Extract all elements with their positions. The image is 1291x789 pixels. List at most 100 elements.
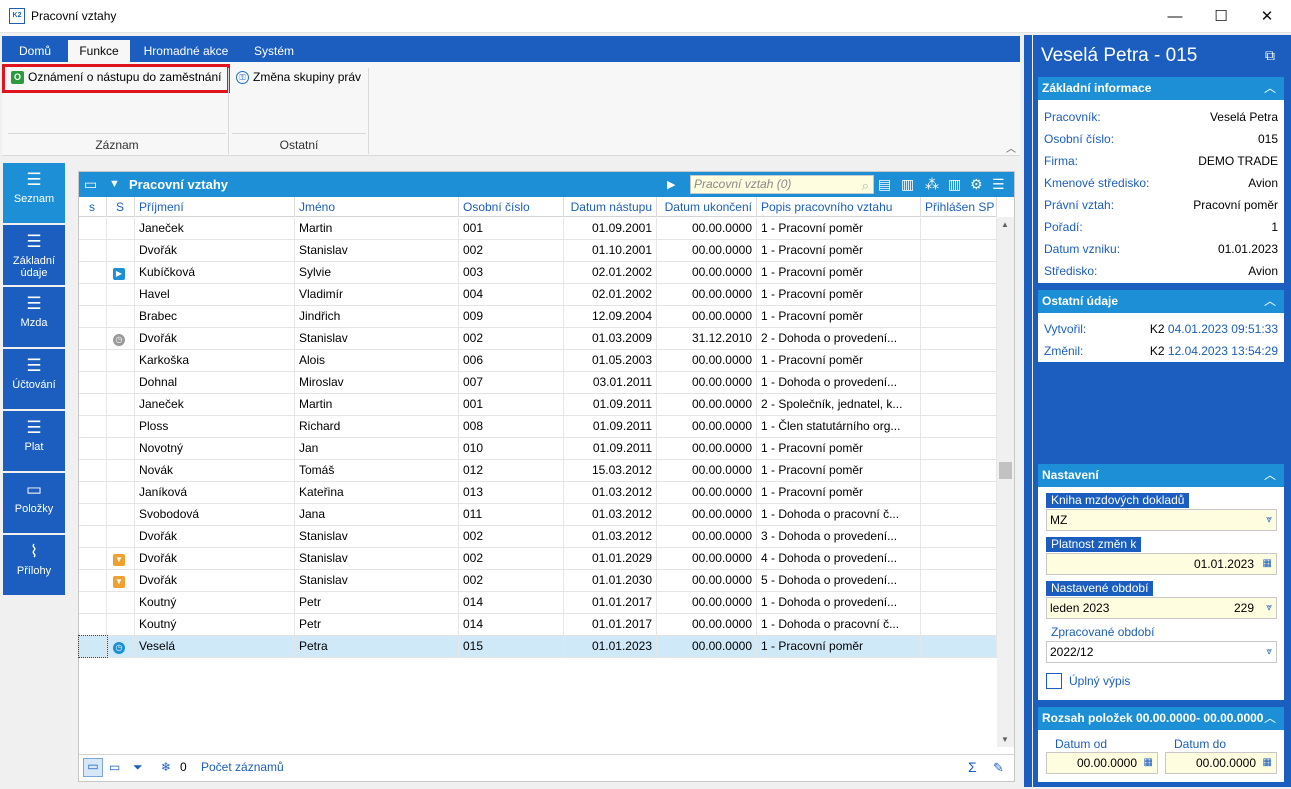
info-row: Datum vzniku: 01.01.2023: [1038, 237, 1284, 259]
nav-seznam[interactable]: ☰ Seznam: [3, 163, 65, 223]
archive-icon[interactable]: ▭: [109, 760, 120, 774]
tab-domu[interactable]: Domů: [10, 40, 60, 62]
scroll-down-icon[interactable]: ▼: [1001, 735, 1009, 744]
column-header-datum-ukonceni[interactable]: Datum ukončení: [657, 197, 757, 217]
date-from-field[interactable]: 00.00.0000 ▦: [1046, 752, 1158, 774]
processed-select[interactable]: 2022/12 ⩔: [1046, 641, 1277, 663]
sum-icon[interactable]: Σ: [968, 759, 977, 775]
tab-hromadne-akce[interactable]: Hromadné akce: [136, 40, 236, 62]
cell-nastup: 02.01.2002: [564, 262, 657, 283]
nav-uctovani[interactable]: ☰ Účtování: [3, 349, 65, 409]
table-row[interactable]: Janíková Kateřina 013 01.03.2012 00.00.0000 1…: [79, 482, 997, 504]
validity-date-field[interactable]: 01.01.2023 ▦: [1046, 553, 1277, 575]
section-range: Rozsah položek 00.00.0000- 00.00.0000 ︿ …: [1038, 707, 1284, 782]
cell-prijmeni: Dohnal: [135, 372, 295, 393]
calendar-icon: ▦: [1262, 757, 1272, 768]
table-row[interactable]: Havel Vladimír 004 02.01.2002 00.00.0000 1 - …: [79, 284, 997, 306]
chevron-up-icon[interactable]: ︿: [1264, 290, 1276, 313]
column-header-prihlasen-sp[interactable]: Přihlášen SP: [921, 197, 997, 217]
gear-icon[interactable]: ⚙: [970, 176, 983, 193]
open-external-icon[interactable]: ⧉: [1265, 47, 1275, 64]
panel-splitter[interactable]: [1024, 35, 1032, 787]
table-row[interactable]: Brabec Jindřich 009 12.09.2004 00.00.0000 1 -…: [79, 306, 997, 328]
table-row[interactable]: ▼ Dvořák Stanislav 002 01.01.2030 00.00.0000 5…: [79, 570, 997, 592]
filter-icon[interactable]: ⏷: [133, 760, 143, 775]
table-row[interactable]: Koutný Petr 014 01.01.2017 00.00.0000 1 - Doh…: [79, 614, 997, 636]
grid-scrollbar[interactable]: ▲ ▼: [997, 217, 1014, 747]
date-to-field[interactable]: 00.00.0000 ▦: [1165, 752, 1277, 774]
cell-nastup: 01.01.2017: [564, 592, 657, 613]
column-header-datum-nastupu[interactable]: Datum nástupu: [564, 197, 657, 217]
chart-icon[interactable]: ▥: [901, 176, 914, 193]
table-row[interactable]: ◷ Veselá Petra 015 01.01.2023 00.00.0000 1 - P…: [78, 635, 997, 658]
column-header-popis[interactable]: Popis pracovního vztahu: [757, 197, 921, 217]
cell-status: [107, 372, 135, 393]
table-row[interactable]: Dohnal Miroslav 007 03.01.2011 00.00.0000 1 -…: [79, 372, 997, 394]
nav-mzda[interactable]: ☰ Mzda: [3, 287, 65, 347]
pencil-icon[interactable]: ✎: [993, 760, 1004, 776]
tab-system[interactable]: Systém: [242, 40, 306, 62]
group-separator: [368, 68, 369, 154]
section-basic-info: Základní informace ︿ Pracovník: Veselá Pe…: [1038, 77, 1284, 283]
scrollbar-thumb[interactable]: [999, 462, 1012, 479]
columns-icon[interactable]: ▥: [948, 176, 961, 193]
menu-icon[interactable]: ☰: [992, 176, 1005, 193]
tab-funkce[interactable]: Funkce: [68, 40, 130, 62]
record-count-button[interactable]: Počet záznamů: [201, 760, 284, 774]
nav-prilohy[interactable]: ⌇ Přílohy: [3, 535, 65, 595]
column-header-osobni-cislo[interactable]: Osobní číslo: [459, 197, 564, 217]
cell-ukonceni: 00.00.0000: [657, 592, 757, 613]
column-header-jmeno[interactable]: Jméno: [295, 197, 459, 217]
table-row[interactable]: Janeček Martin 001 01.09.2011 00.00.0000 2 - …: [79, 394, 997, 416]
minimize-icon[interactable]: —: [1152, 0, 1198, 32]
cell-prihlasen-sp: [921, 526, 997, 547]
cell-jmeno: Martin: [295, 218, 459, 239]
chevron-up-icon[interactable]: ︿: [1264, 77, 1276, 100]
collapse-ribbon-icon[interactable]: ︿: [1006, 140, 1016, 155]
maximize-icon[interactable]: ☐: [1198, 0, 1244, 32]
cell-prihlasen-sp: [921, 548, 997, 569]
cell-osobni: 009: [459, 306, 564, 327]
period-select[interactable]: leden 2023 229 ⩔: [1046, 597, 1277, 619]
table-row[interactable]: Svobodová Jana 011 01.03.2012 00.00.0000 1 - …: [79, 504, 997, 526]
nav-zakladni-udaje[interactable]: ☰ Základní údaje: [3, 225, 65, 285]
close-icon[interactable]: ✕: [1244, 0, 1290, 32]
change-rights-group-button[interactable]: ⚿ Změna skupiny práv: [236, 66, 361, 88]
table-row[interactable]: Novotný Jan 010 01.09.2011 00.00.0000 1 - Pra…: [79, 438, 997, 460]
book-icon[interactable]: ▭: [84, 176, 97, 193]
cell-nastup: 01.03.2012: [564, 482, 657, 503]
table-row[interactable]: Koutný Petr 014 01.01.2017 00.00.0000 1 - Doh…: [79, 592, 997, 614]
tree-icon[interactable]: ⁂: [925, 176, 939, 193]
cell-osobni: 002: [459, 240, 564, 261]
print-icon[interactable]: ▤: [878, 176, 891, 193]
full-listing-checkbox[interactable]: [1046, 673, 1062, 689]
nav-polozky[interactable]: ▭ Položky: [3, 473, 65, 533]
chevron-up-icon[interactable]: ︿: [1264, 707, 1276, 730]
chevron-up-icon[interactable]: ︿: [1264, 464, 1276, 487]
table-row[interactable]: Dvořák Stanislav 002 01.10.2001 00.00.0000 1 …: [79, 240, 997, 262]
column-header-prijmeni[interactable]: Příjmení: [135, 197, 295, 217]
table-row[interactable]: ▶ Kubíčková Sylvie 003 02.01.2002 00.00.0000 1…: [79, 262, 997, 284]
table-row[interactable]: Ploss Richard 008 01.09.2011 00.00.0000 1 - Č…: [79, 416, 997, 438]
table-row[interactable]: Dvořák Stanislav 002 01.03.2012 00.00.0000 3 …: [79, 526, 997, 548]
table-row[interactable]: Novák Tomáš 012 15.03.2012 00.00.0000 1 - Pra…: [79, 460, 997, 482]
book-select[interactable]: MZ ⩔: [1046, 509, 1277, 531]
chevron-down-icon[interactable]: ▼: [109, 178, 120, 190]
table-row[interactable]: ▼ Dvořák Stanislav 002 01.01.2029 00.00.0000 4…: [79, 548, 997, 570]
book-icon[interactable]: ▭: [83, 758, 103, 777]
column-header-s-upper[interactable]: S: [107, 197, 135, 217]
cell-ukonceni: 31.12.2010: [657, 328, 757, 349]
nav-plat[interactable]: ☰ Plat: [3, 411, 65, 471]
table-row[interactable]: Karkoška Alois 006 01.05.2003 00.00.0000 1 - …: [79, 350, 997, 372]
grid-search-input[interactable]: Pracovní vztah (0) ⌕: [690, 175, 874, 194]
table-row[interactable]: Janeček Martin 001 01.09.2001 00.00.0000 1 - …: [79, 218, 997, 240]
snowflake-icon[interactable]: ❄: [161, 760, 171, 774]
cell-ukonceni: 00.00.0000: [657, 306, 757, 327]
cell-status: [107, 306, 135, 327]
scroll-up-icon[interactable]: ▲: [1001, 220, 1009, 229]
table-row[interactable]: ◷ Dvořák Stanislav 002 01.03.2009 31.12.2010 2…: [79, 328, 997, 350]
play-arrow-icon[interactable]: ▶: [667, 178, 675, 191]
column-header-s-lower[interactable]: s: [79, 197, 107, 217]
calendar-icon: ▦: [1143, 757, 1153, 768]
cell-prijmeni: Karkoška: [135, 350, 295, 371]
